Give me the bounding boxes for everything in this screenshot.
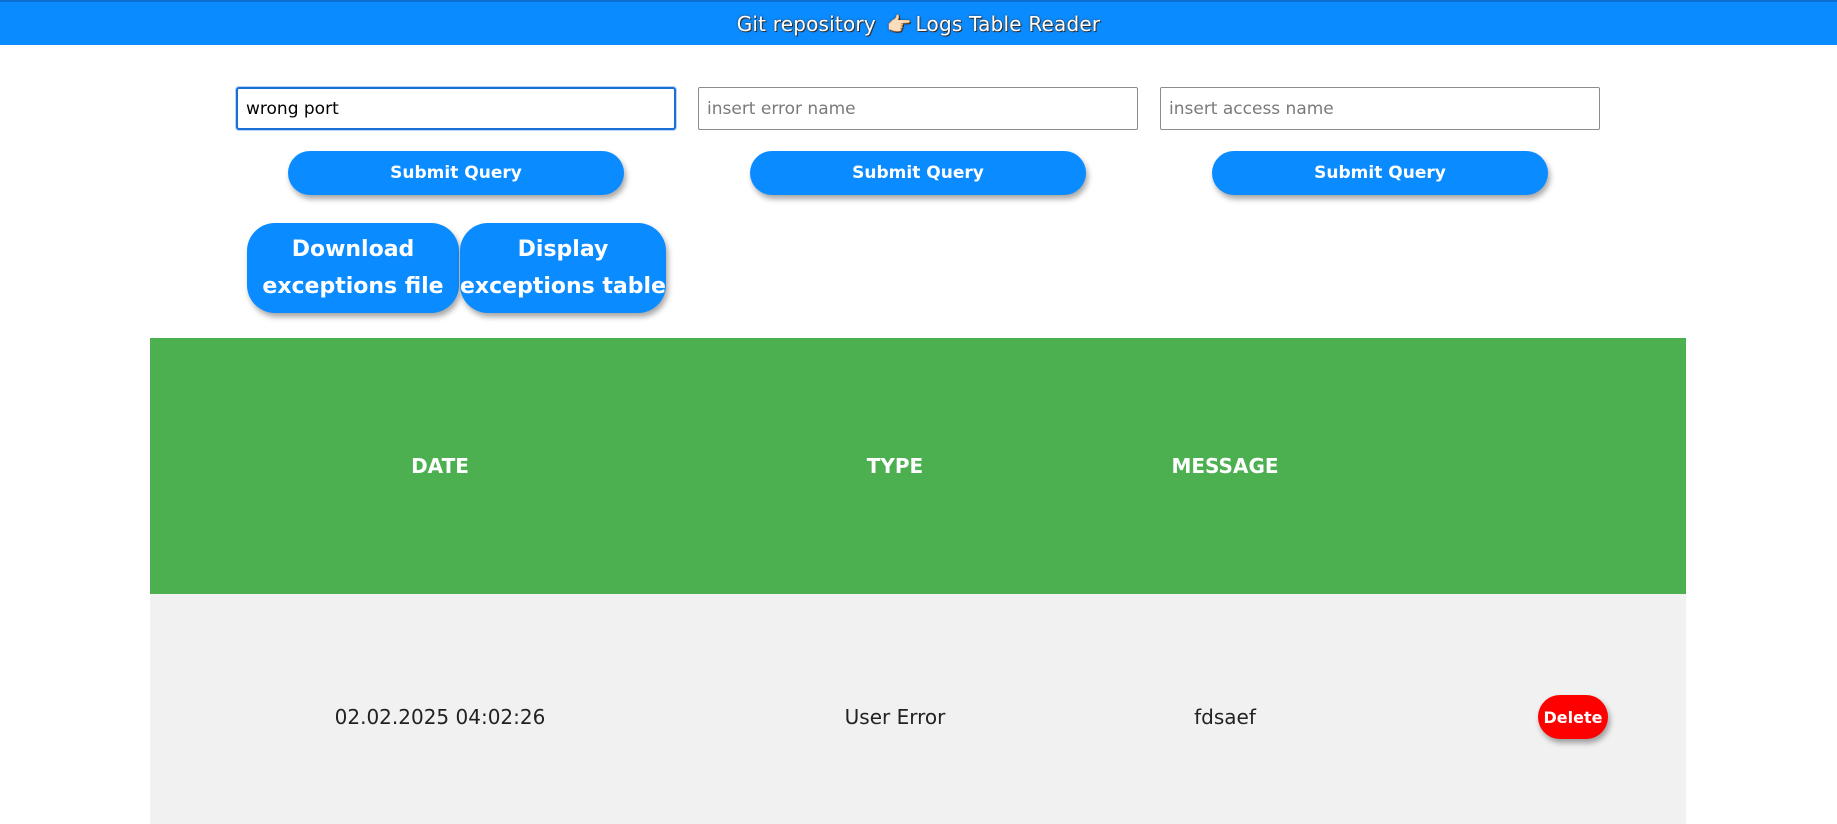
pointing-hand-icon: 👉🏻: [886, 11, 912, 36]
submit-query-button[interactable]: Submit Query: [288, 151, 624, 195]
table-row: 02.02.2025 04:02:26 User Error fdsaef De…: [150, 594, 1686, 824]
cell-message: fdsaef: [1194, 705, 1256, 729]
cell-type: User Error: [844, 705, 946, 729]
app-header: Git repository 👉🏻 Logs Table Reader: [0, 0, 1837, 45]
column-header-date: DATE: [411, 454, 469, 478]
app-title: Git repository 👉🏻 Logs Table Reader: [737, 12, 1101, 36]
title-prefix: Git repository: [736, 11, 876, 36]
submit-error-query-button[interactable]: Submit Query: [750, 151, 1086, 195]
cell-actions: Delete: [1390, 594, 1686, 824]
submit-access-query-button[interactable]: Submit Query: [1212, 151, 1548, 195]
delete-button[interactable]: Delete: [1538, 695, 1608, 739]
download-exceptions-button[interactable]: Download exceptions file: [247, 223, 459, 313]
search-input-query[interactable]: [236, 87, 676, 130]
access-name-input[interactable]: [1160, 87, 1600, 130]
table-header: DATE TYPE MESSAGE: [150, 338, 1686, 594]
column-header-message: MESSAGE: [1171, 454, 1279, 478]
exceptions-table: DATE TYPE MESSAGE 02.02.2025 04:02:26 Us…: [150, 338, 1686, 824]
display-exceptions-button[interactable]: Display exceptions table: [460, 223, 666, 313]
column-header-type: TYPE: [866, 454, 924, 478]
title-suffix: Logs Table Reader: [915, 11, 1101, 36]
cell-date: 02.02.2025 04:02:26: [334, 705, 546, 729]
error-name-input[interactable]: [698, 87, 1138, 130]
